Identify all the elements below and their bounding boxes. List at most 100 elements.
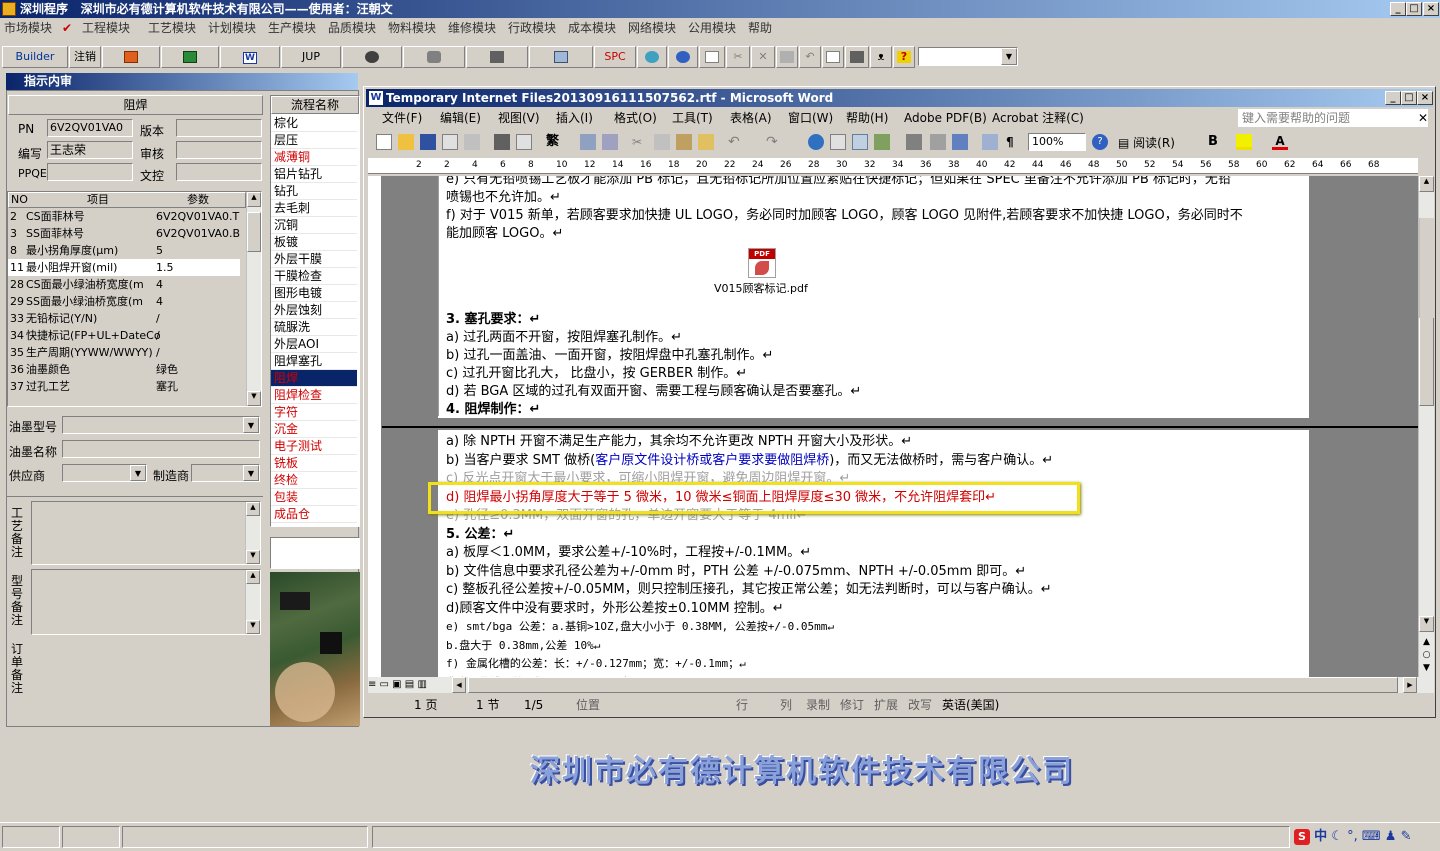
new-doc-icon[interactable] [376,134,392,150]
list-item[interactable]: 板镀 [271,234,357,251]
menu-item-4[interactable]: 生产模块 [268,18,316,38]
excel-button[interactable] [161,46,219,68]
sogou-icon[interactable]: S [1294,829,1310,845]
pdf-icon[interactable]: PDF [748,248,776,278]
list-item[interactable]: 减薄铜 [271,149,357,166]
minimize-button[interactable]: _ [1390,2,1406,16]
insert-table-icon[interactable] [852,134,868,150]
memo-process-field[interactable]: ▲ ▼ [31,501,261,565]
list-item[interactable]: 外层AOI [271,336,357,353]
drawing-icon[interactable] [930,134,946,150]
view-button[interactable] [342,46,402,68]
menu-item-11[interactable]: 公用模块 [688,18,736,38]
word-menu-item-1[interactable]: 编辑(E) [440,108,481,128]
status-trk[interactable]: 修订 [840,695,864,715]
scroll-thumb[interactable] [1419,316,1434,406]
table-row[interactable]: 34 快捷标记(FP+UL+DateCo / [8,327,240,344]
research-icon[interactable] [602,134,618,150]
scroll-down-icon[interactable]: ▼ [1419,616,1434,632]
browse-object-icon[interactable]: ▲ ○ ▼ [1419,636,1434,675]
menu-item-2[interactable]: 工艺模块 [148,18,196,38]
keyboard-icon[interactable]: ⌨ [1362,829,1381,844]
cut-button[interactable]: ✂ [726,46,750,68]
insert-excel-icon[interactable] [874,134,890,150]
list-item[interactable]: 阻焊 [271,370,357,387]
word-menu-item-5[interactable]: 工具(T) [672,108,713,128]
moon-icon[interactable]: ☾ [1331,829,1343,844]
maker-select[interactable]: ▼ [191,464,260,482]
menu-item-6[interactable]: 物料模块 [388,18,436,38]
list-item[interactable]: 电子测试 [271,438,357,455]
traditional-chinese-icon[interactable]: 繁 [546,134,562,150]
list-item[interactable]: 包装 [271,489,357,506]
word-menu-item-10[interactable]: Acrobat 注释(C) [992,108,1084,128]
word-menu-item-9[interactable]: Adobe PDF(B) [904,108,987,128]
table-row[interactable]: 11 最小阻焊开窗(mil) 1.5 [8,259,240,276]
list-item[interactable]: 硫脲洗 [271,319,357,336]
scroll-thumb[interactable] [247,212,261,252]
menu-item-1[interactable]: 工程模块 [82,18,130,38]
menu-item-7[interactable]: 维修模块 [448,18,496,38]
status-ext[interactable]: 扩展 [874,695,898,715]
redo-icon[interactable]: ↷ [766,134,782,150]
table-row[interactable]: 37 过孔工艺 塞孔 [8,378,240,395]
list-item[interactable]: 沉金 [271,421,357,438]
process-list[interactable]: 流程名称 棕化 层压 减薄铜 铝片钻孔 钻孔 去毛刺 沉铜 板镀 外层干膜 干膜检查 图形电镀 外层蚀… [270,95,360,527]
close-button[interactable]: × [1423,2,1439,16]
undo-button[interactable]: ↶ [799,46,821,68]
show-hide-icon[interactable] [982,134,998,150]
copy-icon[interactable] [654,134,670,150]
pn-field[interactable]: 6V2QV01VA0 [47,119,133,137]
tables-borders-icon[interactable] [830,134,846,150]
list-item[interactable]: 外层蚀刻 [271,302,357,319]
new-button[interactable] [699,46,725,68]
ime-tray[interactable]: S 中 ☾ °, ⌨ ♟ ✎ [1294,827,1438,847]
help-search-input[interactable]: 键入需要帮助的问题 [1238,109,1428,127]
computer-button[interactable] [529,46,593,68]
ink-type-select[interactable]: ▼ [62,416,260,434]
review-field[interactable] [176,141,262,159]
list-item[interactable]: 铝片钻孔 [271,166,357,183]
columns-icon[interactable] [906,134,922,150]
menu-item-12[interactable]: 帮助 [748,18,772,38]
word-menu-item-4[interactable]: 格式(O) [614,108,657,128]
table-row[interactable]: 33 无铅标记(Y/N) / [8,310,240,327]
preview-button[interactable] [822,46,844,68]
list-item[interactable]: 阻焊塞孔 [271,353,357,370]
tools-button[interactable] [466,46,528,68]
word-menu-item-7[interactable]: 窗口(W) [788,108,833,128]
chevron-down-icon[interactable]: ▼ [130,465,146,481]
list-item[interactable]: 终检 [271,472,357,489]
user-icon[interactable]: ♟ [1385,829,1397,844]
table-row[interactable]: 28 CS面最小绿油桥宽度(m 4 [8,276,240,293]
word-menu-item-6[interactable]: 表格(A) [730,108,772,128]
chevron-down-icon[interactable]: ▼ [243,465,259,481]
word-maximize-button[interactable]: □ [1401,91,1417,105]
table-row[interactable]: 36 油墨颜色 绿色 [8,361,240,378]
highlight-icon[interactable] [1236,134,1252,150]
save-icon[interactable] [420,134,436,150]
print-icon[interactable] [494,134,510,150]
list-item[interactable]: 外层干膜 [271,251,357,268]
ime-mode[interactable]: 中 [1314,829,1327,844]
jup-button[interactable]: JUP [281,46,341,68]
settings-icon[interactable]: ✎ [1401,829,1412,844]
chevron-down-icon[interactable]: ▼ [1001,48,1017,65]
close-doc-icon[interactable]: ✕ [1418,108,1428,128]
find-button[interactable]: ᴥ [870,46,892,68]
open-folder-icon[interactable] [398,134,414,150]
table-row[interactable]: 3 SS面菲林号 6V2QV01VA0.BS [8,225,240,242]
scroll-down-icon[interactable]: ▼ [247,391,261,406]
process-note[interactable] [270,537,360,569]
format-painter-icon[interactable] [698,134,714,150]
hscroll-thumb[interactable] [468,677,1398,693]
list-item[interactable]: 图形电镀 [271,285,357,302]
word-close-button[interactable]: × [1417,91,1433,105]
builder-button[interactable]: Builder [2,46,68,68]
word-menu-item-2[interactable]: 视图(V) [498,108,540,128]
menu-item-10[interactable]: 网络模块 [628,18,676,38]
font-color-icon[interactable]: A [1272,134,1288,150]
help-button[interactable]: ? [893,46,915,68]
menu-item-8[interactable]: 行政模块 [508,18,556,38]
split-bar[interactable] [382,426,1418,428]
